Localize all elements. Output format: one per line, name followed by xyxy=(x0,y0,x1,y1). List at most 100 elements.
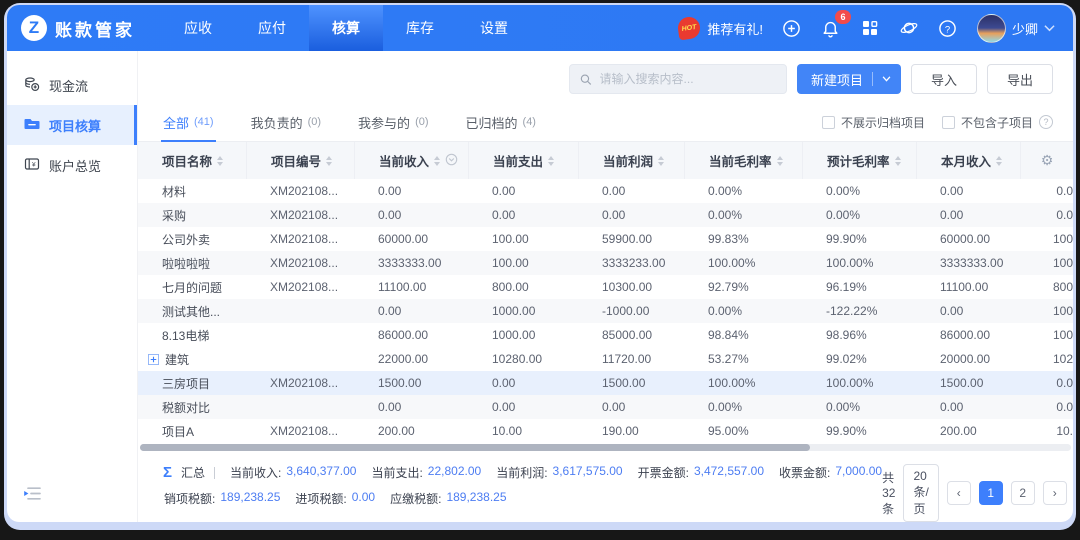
tab[interactable]: 我负责的(0) xyxy=(251,103,321,141)
table-row[interactable]: 材料XM202108...0.000.000.000.00%0.00%0.000… xyxy=(138,179,1073,203)
nav-menu-item[interactable]: 库存 xyxy=(383,5,457,51)
tab[interactable]: 我参与的(0) xyxy=(358,103,428,141)
project-name-cell: 采购 xyxy=(138,207,246,224)
help-circle-icon[interactable]: ? xyxy=(1039,115,1053,129)
nav-menu-item[interactable]: 应付 xyxy=(235,5,309,51)
sort-icon[interactable] xyxy=(996,156,1002,166)
sort-icon[interactable] xyxy=(434,156,440,166)
expand-plus-icon[interactable] xyxy=(148,354,159,365)
value-cell: 1000.00 xyxy=(468,304,578,318)
next-page-button[interactable]: › xyxy=(1043,481,1067,505)
column-header[interactable]: 本月收入 xyxy=(916,142,1020,179)
page-number-button[interactable]: 2 xyxy=(1011,481,1035,505)
tab[interactable]: 已归档的(4) xyxy=(466,103,536,141)
help-icon[interactable]: ? xyxy=(938,18,958,38)
app-window: Z 账款管家 应收应付核算库存设置 HOT 推荐有礼! 6 xyxy=(7,5,1073,522)
sidebar-item-label: 项目核算 xyxy=(49,116,101,135)
svg-text:¥: ¥ xyxy=(32,161,36,168)
sort-down-caret xyxy=(777,162,783,166)
plus-circle-icon[interactable] xyxy=(782,18,802,38)
value-cell: 10300.00 xyxy=(578,280,684,294)
value-cell: 0.00 xyxy=(354,208,468,222)
project-name: 七月的问题 xyxy=(162,279,222,296)
column-header[interactable]: 项目编号 xyxy=(246,142,354,179)
sort-icon[interactable] xyxy=(326,156,332,166)
export-button[interactable]: 导出 xyxy=(987,64,1053,94)
sort-down-caret xyxy=(548,162,554,166)
nav-menu-item[interactable]: 核算 xyxy=(309,5,383,51)
sidebar-item[interactable]: 现金流 xyxy=(7,65,137,105)
value-cell: 1500.00 xyxy=(578,376,684,390)
project-name: 项目A xyxy=(162,423,194,440)
value-cell: 99.90% xyxy=(802,232,916,246)
table-row[interactable]: 税额对比0.000.000.000.00%0.00%0.000.0 xyxy=(138,395,1073,419)
column-header[interactable]: 预计毛利率 xyxy=(802,142,916,179)
table-row[interactable]: 8.13电梯86000.001000.0085000.0098.84%98.96… xyxy=(138,323,1073,347)
table-row[interactable]: 七月的问题XM202108...11100.00800.0010300.0092… xyxy=(138,275,1073,299)
table-row[interactable]: 建筑22000.0010280.0011720.0053.27%99.02%20… xyxy=(138,347,1073,371)
promo-link[interactable]: HOT 推荐有礼! xyxy=(678,17,763,39)
sort-down-caret xyxy=(326,162,332,166)
value-cell: 20000.00 xyxy=(916,352,1020,366)
summary-label: 当前利润: xyxy=(496,464,547,481)
search-input[interactable] xyxy=(598,71,776,87)
value-cell: 0.00 xyxy=(578,208,684,222)
project-code-cell: XM202108... xyxy=(246,280,354,294)
sort-down-caret xyxy=(434,162,440,166)
value-cell: 99.83% xyxy=(684,232,802,246)
value-cell: 100.00% xyxy=(802,376,916,390)
filter-checkbox-option[interactable]: 不包含子项目? xyxy=(942,114,1053,131)
sidebar-collapse-icon[interactable] xyxy=(23,486,42,506)
sidebar-item[interactable]: 项目核算 xyxy=(7,105,137,145)
value-cell: 0.00 xyxy=(468,184,578,198)
notifications-bell-icon[interactable]: 6 xyxy=(821,18,841,38)
page-number-button[interactable]: 1 xyxy=(979,481,1003,505)
tab[interactable]: 全部(41) xyxy=(163,103,214,141)
collapse-summary-circle-icon[interactable] xyxy=(445,153,458,169)
sort-up-caret xyxy=(777,156,783,160)
project-name: 啦啦啦啦 xyxy=(162,255,210,272)
table-row[interactable]: 三房项目XM202108...1500.000.001500.00100.00%… xyxy=(138,371,1073,395)
new-project-button[interactable]: 新建项目 xyxy=(797,64,901,94)
sort-icon[interactable] xyxy=(895,156,901,166)
service-orbit-icon[interactable] xyxy=(899,18,919,38)
prev-page-button[interactable]: ‹ xyxy=(947,481,971,505)
sidebar-item[interactable]: ¥账户总览 xyxy=(7,145,137,185)
sort-icon[interactable] xyxy=(217,156,223,166)
table-row[interactable]: 采购XM202108...0.000.000.000.00%0.00%0.000… xyxy=(138,203,1073,227)
scrollbar-thumb[interactable] xyxy=(140,444,810,451)
nav-menu-item[interactable]: 应收 xyxy=(161,5,235,51)
table-row[interactable]: 啦啦啦啦XM202108...3333333.00100.003333233.0… xyxy=(138,251,1073,275)
sort-icon[interactable] xyxy=(777,156,783,166)
clipped-value-cell: 100 xyxy=(1020,328,1073,342)
nav-menu-item[interactable]: 设置 xyxy=(457,5,531,51)
project-folder-icon xyxy=(24,116,40,135)
table-row[interactable]: 公司外卖XM202108...60000.00100.0059900.0099.… xyxy=(138,227,1073,251)
filter-checkbox-option[interactable]: 不展示归档项目 xyxy=(822,114,925,131)
value-cell: 1000.00 xyxy=(468,328,578,342)
table-row[interactable]: 项目AXM202108...200.0010.00190.0095.00%99.… xyxy=(138,419,1073,443)
page-size-select[interactable]: 20条/页 xyxy=(903,464,938,522)
checkbox-icon[interactable] xyxy=(942,116,955,129)
import-button[interactable]: 导入 xyxy=(911,64,977,94)
table-row[interactable]: 测试其他...0.001000.00-1000.000.00%-122.22%0… xyxy=(138,299,1073,323)
sort-up-caret xyxy=(658,156,664,160)
checkbox-icon[interactable] xyxy=(822,116,835,129)
filter-options: 不展示归档项目不包含子项目? xyxy=(822,114,1053,131)
gear-icon[interactable]: ⚙ xyxy=(1041,152,1054,169)
column-header[interactable]: 当前利润 xyxy=(578,142,684,179)
sort-icon[interactable] xyxy=(658,156,664,166)
apps-grid-icon[interactable] xyxy=(860,18,880,38)
user-menu[interactable]: 少卿 xyxy=(977,14,1055,43)
column-header[interactable]: 项目名称 xyxy=(138,142,246,179)
column-header[interactable]: 当前收入 xyxy=(354,142,468,179)
column-header[interactable]: 当前支出 xyxy=(468,142,578,179)
value-cell: 100.00 xyxy=(468,256,578,270)
project-name-cell: 测试其他... xyxy=(138,303,246,320)
column-header[interactable]: 当前毛利率 xyxy=(684,142,802,179)
sort-icon[interactable] xyxy=(548,156,554,166)
app-brand[interactable]: Z 账款管家 xyxy=(21,15,135,41)
tab-label: 我负责的 xyxy=(251,113,303,132)
tab-count: (0) xyxy=(415,116,428,128)
column-header-label: 项目编号 xyxy=(271,151,321,170)
